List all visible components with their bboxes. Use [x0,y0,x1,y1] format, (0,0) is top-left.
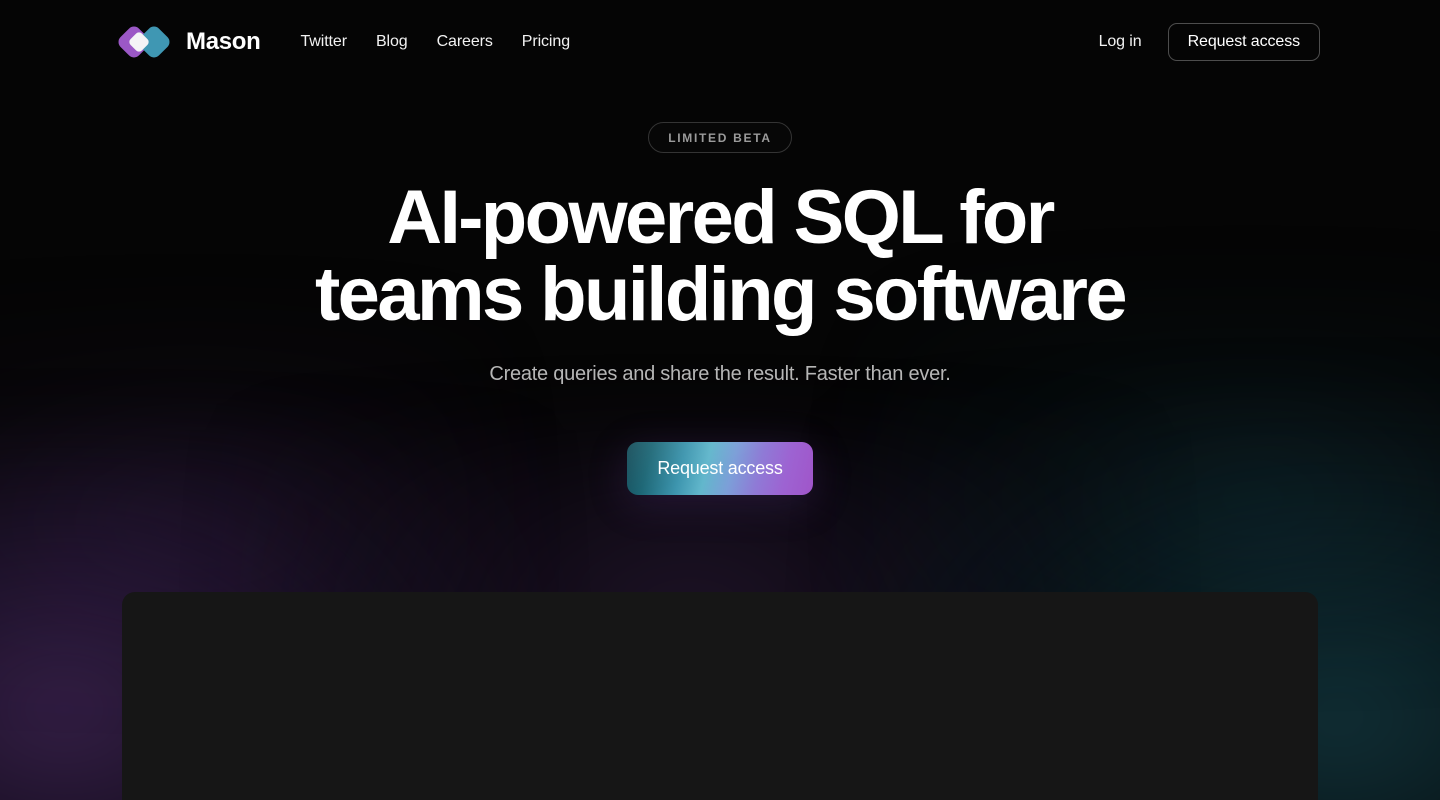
main-navigation: Twitter Blog Careers Pricing [301,33,571,51]
hero-cta-container: Request access [0,442,1440,495]
brand-name: Mason [186,28,261,55]
nav-link-pricing[interactable]: Pricing [522,33,570,51]
mason-diamond-logo-icon [115,23,173,61]
nav-link-blog[interactable]: Blog [376,33,408,51]
product-preview-panel [122,592,1318,800]
header-request-access-button[interactable]: Request access [1167,23,1320,61]
hero-subtitle: Create queries and share the result. Fas… [489,363,951,385]
page-title: AI-powered SQL for teams building softwa… [0,180,1440,333]
login-link[interactable]: Log in [1099,33,1142,51]
hero-section: LIMITED BETA AI-powered SQL for teams bu… [0,84,1440,495]
limited-beta-badge: LIMITED BETA [648,122,792,153]
nav-link-careers[interactable]: Careers [437,33,493,51]
site-header: Mason Twitter Blog Careers Pricing Log i… [0,0,1440,84]
nav-link-twitter[interactable]: Twitter [301,33,348,51]
brand-home-link[interactable]: Mason [115,23,261,61]
page-title-line-1: AI-powered SQL for [387,175,1055,260]
page-title-line-2: teams building software [314,252,1128,337]
hero-request-access-label: Request access [657,458,783,478]
header-actions: Log in Request access [1099,23,1320,61]
hero-request-access-button[interactable]: Request access [627,442,813,495]
